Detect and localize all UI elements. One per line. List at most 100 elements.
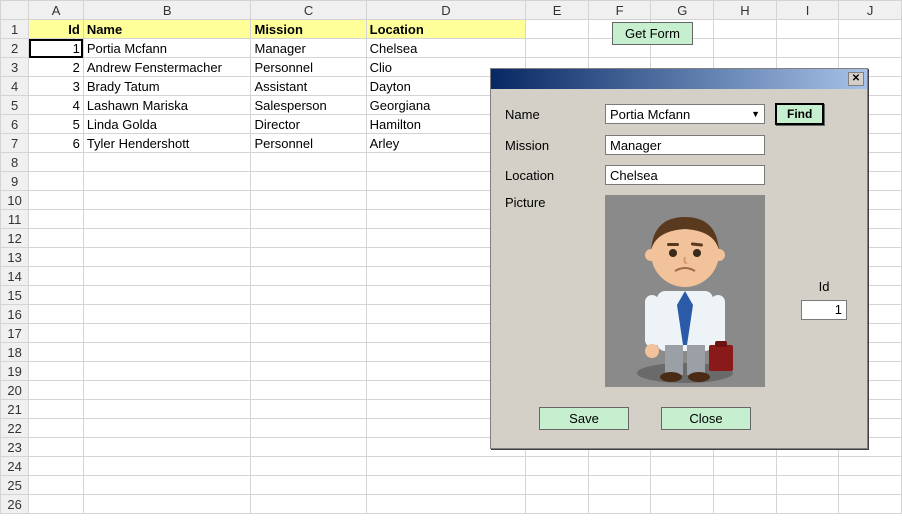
- cell-C18[interactable]: [251, 343, 366, 362]
- col-header-H[interactable]: H: [714, 1, 777, 20]
- cell-C20[interactable]: [251, 381, 366, 400]
- cell-A4[interactable]: 3: [29, 77, 84, 96]
- cell-C3[interactable]: Personnel: [251, 58, 366, 77]
- id-field[interactable]: 1: [801, 300, 847, 320]
- row-header-17[interactable]: 17: [1, 324, 29, 343]
- cell-J26[interactable]: [839, 495, 902, 514]
- col-header-I[interactable]: I: [776, 1, 839, 20]
- cell-A17[interactable]: [29, 324, 84, 343]
- row-header-18[interactable]: 18: [1, 343, 29, 362]
- cell-A21[interactable]: [29, 400, 84, 419]
- cell-B20[interactable]: [83, 381, 251, 400]
- cell-C22[interactable]: [251, 419, 366, 438]
- row-header-14[interactable]: 14: [1, 267, 29, 286]
- cell-B15[interactable]: [83, 286, 251, 305]
- cell-B14[interactable]: [83, 267, 251, 286]
- col-header-B[interactable]: B: [83, 1, 251, 20]
- row-header-16[interactable]: 16: [1, 305, 29, 324]
- cell-B23[interactable]: [83, 438, 251, 457]
- find-button[interactable]: Find: [775, 103, 824, 125]
- cell-D24[interactable]: [366, 457, 526, 476]
- cell-B5[interactable]: Lashawn Mariska: [83, 96, 251, 115]
- cell-A14[interactable]: [29, 267, 84, 286]
- cell-C19[interactable]: [251, 362, 366, 381]
- row-header-1[interactable]: 1: [1, 20, 29, 39]
- row-header-19[interactable]: 19: [1, 362, 29, 381]
- cell-C17[interactable]: [251, 324, 366, 343]
- cell-B12[interactable]: [83, 229, 251, 248]
- row-header-4[interactable]: 4: [1, 77, 29, 96]
- cell-I24[interactable]: [776, 457, 839, 476]
- col-header-D[interactable]: D: [366, 1, 526, 20]
- row-header-15[interactable]: 15: [1, 286, 29, 305]
- row-header-24[interactable]: 24: [1, 457, 29, 476]
- cell-A25[interactable]: [29, 476, 84, 495]
- cell-G25[interactable]: [651, 476, 714, 495]
- cell-B25[interactable]: [83, 476, 251, 495]
- cell-D25[interactable]: [366, 476, 526, 495]
- cell-E1[interactable]: [526, 20, 589, 39]
- cell-D26[interactable]: [366, 495, 526, 514]
- col-header-C[interactable]: C: [251, 1, 366, 20]
- col-header-F[interactable]: F: [588, 1, 651, 20]
- cell-C5[interactable]: Salesperson: [251, 96, 366, 115]
- cell-H25[interactable]: [714, 476, 777, 495]
- row-header-26[interactable]: 26: [1, 495, 29, 514]
- cell-C9[interactable]: [251, 172, 366, 191]
- cell-C15[interactable]: [251, 286, 366, 305]
- close-button[interactable]: Close: [661, 407, 751, 430]
- cell-I2[interactable]: [776, 39, 839, 58]
- cell-B11[interactable]: [83, 210, 251, 229]
- cell-E26[interactable]: [526, 495, 589, 514]
- cell-H1[interactable]: [714, 20, 777, 39]
- cell-F25[interactable]: [588, 476, 651, 495]
- cell-A26[interactable]: [29, 495, 84, 514]
- row-header-22[interactable]: 22: [1, 419, 29, 438]
- cell-A8[interactable]: [29, 153, 84, 172]
- cell-A18[interactable]: [29, 343, 84, 362]
- cell-A13[interactable]: [29, 248, 84, 267]
- col-header-J[interactable]: J: [839, 1, 902, 20]
- cell-C24[interactable]: [251, 457, 366, 476]
- cell-A9[interactable]: [29, 172, 84, 191]
- save-button[interactable]: Save: [539, 407, 629, 430]
- cell-J1[interactable]: [839, 20, 902, 39]
- cell-A20[interactable]: [29, 381, 84, 400]
- row-header-10[interactable]: 10: [1, 191, 29, 210]
- cell-C13[interactable]: [251, 248, 366, 267]
- cell-C16[interactable]: [251, 305, 366, 324]
- location-field[interactable]: Chelsea: [605, 165, 765, 185]
- row-header-25[interactable]: 25: [1, 476, 29, 495]
- cell-C21[interactable]: [251, 400, 366, 419]
- cell-A12[interactable]: [29, 229, 84, 248]
- cell-A7[interactable]: 6: [29, 134, 84, 153]
- cell-C8[interactable]: [251, 153, 366, 172]
- cell-B16[interactable]: [83, 305, 251, 324]
- cell-B21[interactable]: [83, 400, 251, 419]
- col-header-A[interactable]: A: [29, 1, 84, 20]
- cell-A3[interactable]: 2: [29, 58, 84, 77]
- cell-B26[interactable]: [83, 495, 251, 514]
- cell-B13[interactable]: [83, 248, 251, 267]
- cell-A2[interactable]: 1: [29, 39, 84, 58]
- cell-B4[interactable]: Brady Tatum: [83, 77, 251, 96]
- corner-cell[interactable]: [1, 1, 29, 20]
- cell-J2[interactable]: [839, 39, 902, 58]
- col-header-G[interactable]: G: [651, 1, 714, 20]
- cell-D1[interactable]: Location: [366, 20, 526, 39]
- cell-C7[interactable]: Personnel: [251, 134, 366, 153]
- cell-C12[interactable]: [251, 229, 366, 248]
- cell-B7[interactable]: Tyler Hendershott: [83, 134, 251, 153]
- cell-D2[interactable]: Chelsea: [366, 39, 526, 58]
- cell-B19[interactable]: [83, 362, 251, 381]
- row-header-12[interactable]: 12: [1, 229, 29, 248]
- cell-A15[interactable]: [29, 286, 84, 305]
- cell-A6[interactable]: 5: [29, 115, 84, 134]
- row-header-21[interactable]: 21: [1, 400, 29, 419]
- cell-A11[interactable]: [29, 210, 84, 229]
- cell-C10[interactable]: [251, 191, 366, 210]
- row-header-8[interactable]: 8: [1, 153, 29, 172]
- cell-I26[interactable]: [776, 495, 839, 514]
- cell-B17[interactable]: [83, 324, 251, 343]
- cell-C11[interactable]: [251, 210, 366, 229]
